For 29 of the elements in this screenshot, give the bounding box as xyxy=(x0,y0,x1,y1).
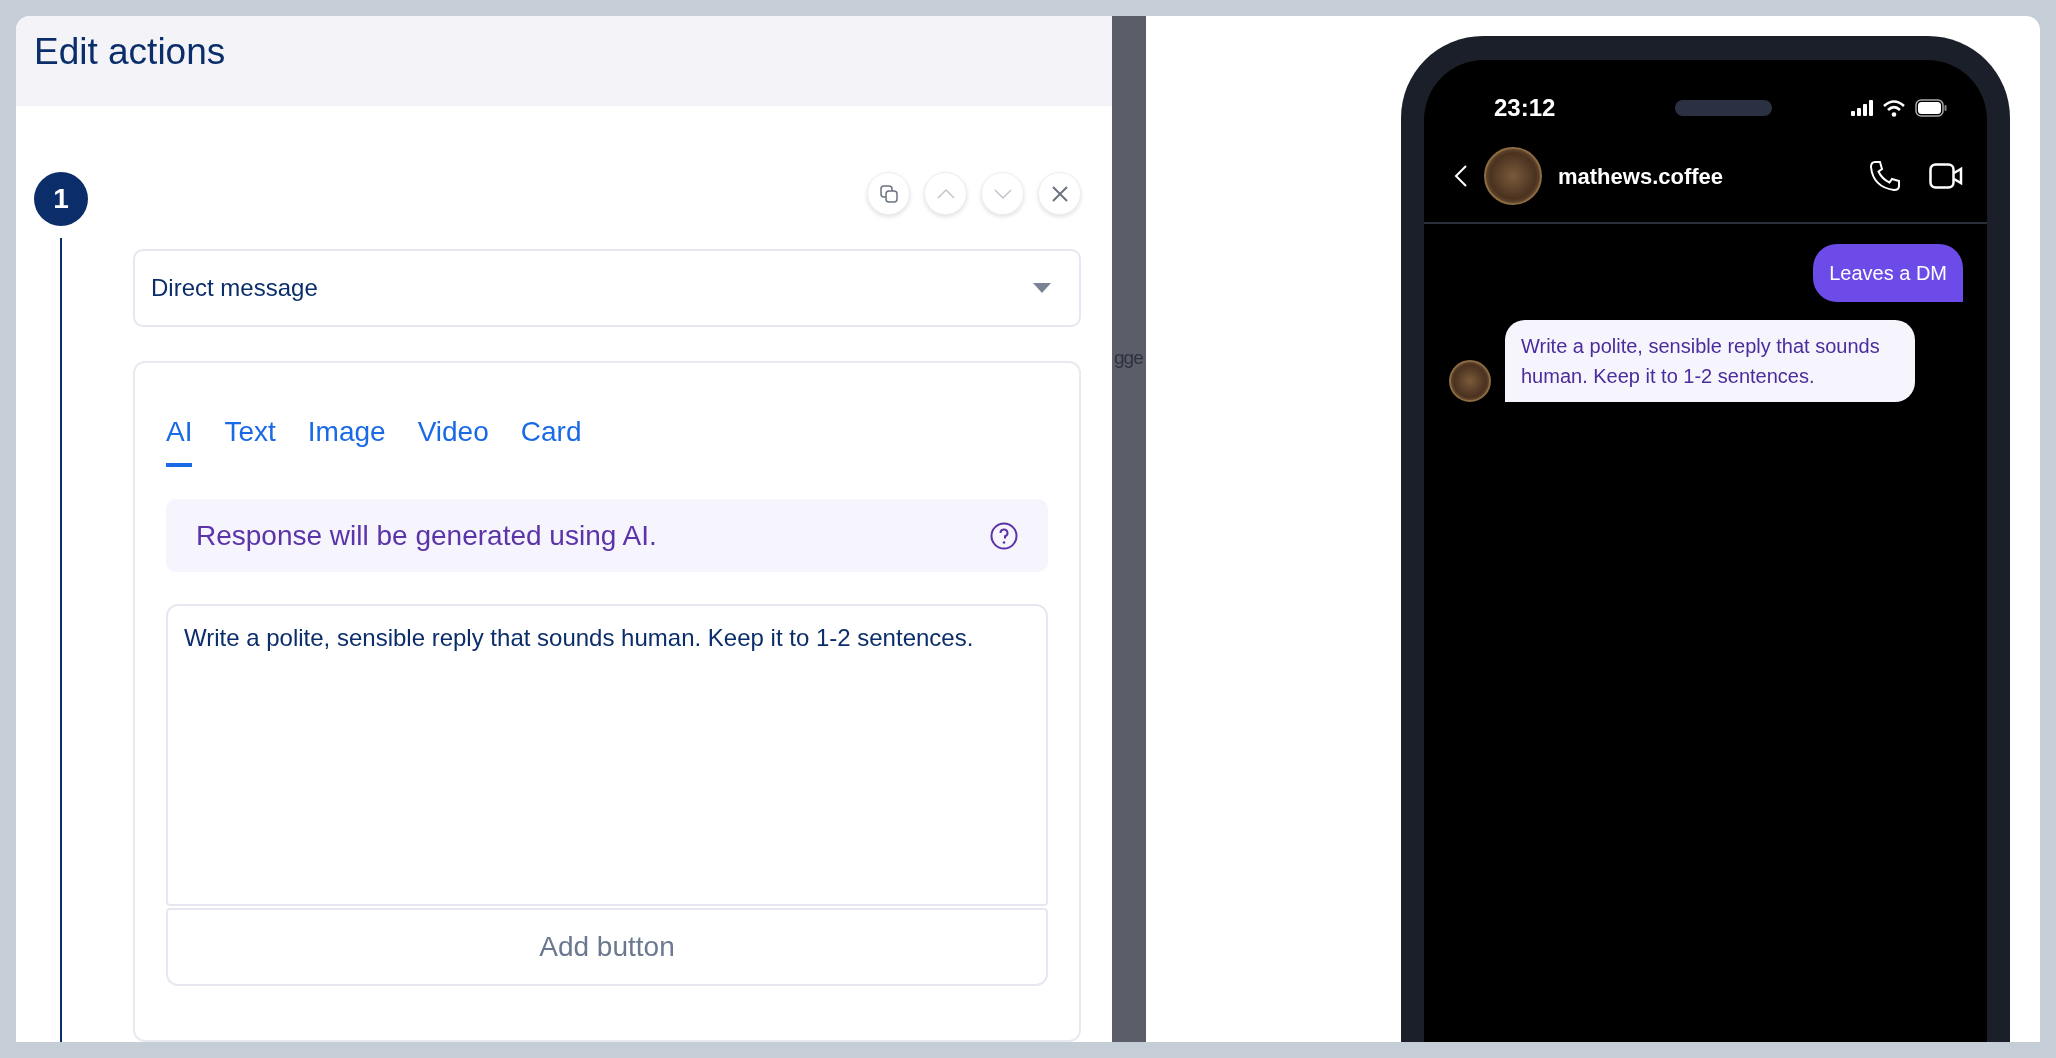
caret-icon xyxy=(1033,283,1051,293)
prompt-field[interactable]: Write a polite, sensible reply that sounds human. Keep it to 1-2 sentences. xyxy=(166,604,1048,906)
video-icon[interactable] xyxy=(1929,163,1963,189)
close-icon xyxy=(1049,183,1070,204)
panel-title: Edit actions xyxy=(34,30,227,74)
battery-icon xyxy=(1915,99,1947,117)
message-type-select[interactable]: Direct message xyxy=(133,249,1081,327)
help-icon[interactable] xyxy=(990,521,1018,550)
contact-name: mathews.coffee xyxy=(1558,162,1725,191)
response-tab[interactable]: Text xyxy=(224,411,276,467)
response-tab[interactable]: Video xyxy=(417,411,489,467)
phone-icon[interactable] xyxy=(1869,160,1901,192)
signal-icon xyxy=(1851,100,1873,116)
profile-avatar xyxy=(1449,360,1491,402)
close-button[interactable] xyxy=(1038,172,1081,215)
step-number: 1 xyxy=(34,172,88,226)
sent-message: Leaves a DM xyxy=(1813,244,1963,302)
status-time: 23:12 xyxy=(1494,93,1556,123)
duplicate-button[interactable] xyxy=(867,172,910,215)
profile-avatar xyxy=(1484,147,1542,205)
response-tab[interactable]: Card xyxy=(520,411,582,467)
info-text: Response will be generated using AI. xyxy=(196,518,657,553)
response-tab[interactable]: AI xyxy=(166,411,193,467)
copy-icon xyxy=(878,183,899,204)
wifi-icon xyxy=(1883,99,1905,117)
add-button[interactable]: Add button xyxy=(166,908,1048,986)
back-icon[interactable] xyxy=(1454,164,1468,188)
response-tab[interactable]: Image xyxy=(307,411,386,467)
received-message: Write a polite, sensible reply that sounds human. Keep it to 1-2 sentences. xyxy=(1505,320,1915,402)
